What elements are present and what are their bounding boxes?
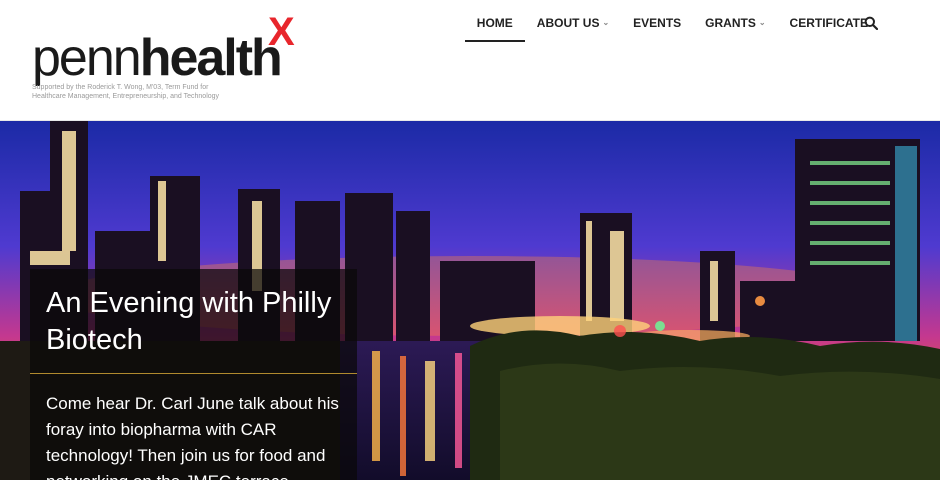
main-nav: HOME ABOUT US ⌄ EVENTS GRANTS ⌄ CERTIFICAT…	[464, 0, 880, 42]
nav-item-events[interactable]: EVENTS	[621, 0, 693, 42]
nav-label: EVENTS	[633, 16, 682, 30]
search-button[interactable]	[864, 16, 879, 31]
logo-tagline: Supported by the Roderick T. Wong, M'03,…	[32, 84, 220, 100]
search-icon	[864, 16, 879, 31]
nav-label: CERTIFICATE	[789, 16, 868, 30]
chevron-down-icon: ⌄	[602, 18, 610, 27]
logo-wordmark: pennhealth	[32, 29, 283, 87]
hero-slider[interactable]: An Evening with Philly Biotech Come hear…	[0, 121, 940, 480]
site-header: pennhealth X Supported by the Roderick T…	[0, 0, 940, 121]
site-logo[interactable]: pennhealth X Supported by the Roderick T…	[32, 12, 312, 108]
chevron-down-icon: ⌄	[758, 18, 766, 27]
nav-item-home[interactable]: HOME	[464, 0, 525, 42]
nav-label: HOME	[476, 16, 513, 30]
slide-description: Come hear Dr. Carl June talk about his f…	[46, 394, 339, 480]
nav-label: ABOUT US	[536, 16, 600, 30]
slide-title[interactable]: An Evening with Philly Biotech	[46, 285, 346, 359]
logo-x-mark: X	[268, 10, 295, 54]
logo-word-bold: health	[139, 29, 283, 87]
nav-item-grants[interactable]: GRANTS ⌄	[693, 0, 777, 42]
logo-word-light: penn	[32, 29, 142, 87]
caption-divider	[30, 373, 357, 374]
slide-caption[interactable]: An Evening with Philly Biotech Come hear…	[30, 269, 357, 480]
nav-label: GRANTS	[705, 16, 756, 30]
nav-item-about-us[interactable]: ABOUT US ⌄	[525, 0, 621, 42]
